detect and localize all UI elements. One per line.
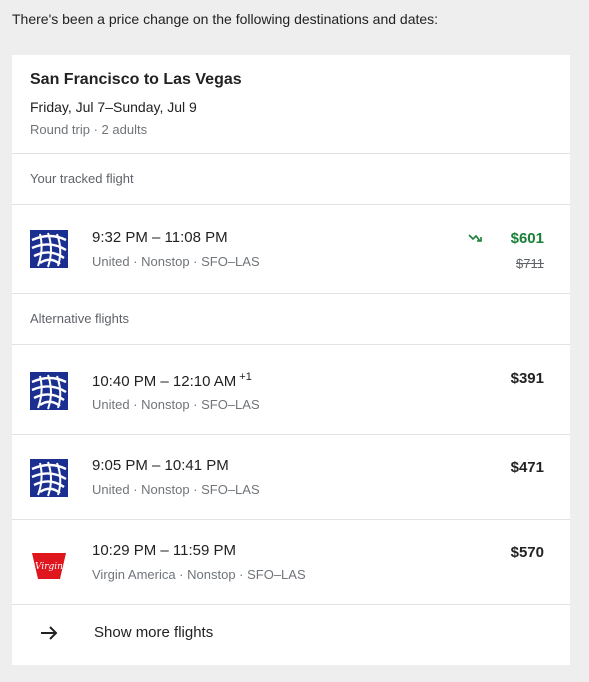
alternative-flight-row[interactable]: 10:40 PM – 12:10 AM +1 United · Nonstop ·…: [12, 345, 570, 435]
show-more-flights-link[interactable]: Show more flights: [12, 604, 570, 665]
flight-meta: United · Nonstop · SFO–LAS: [92, 482, 260, 497]
trip-details: Round trip · 2 adults: [30, 122, 148, 137]
flight-times-text: 10:40 PM – 12:10 AM: [92, 373, 237, 390]
flight-price: $471: [510, 459, 544, 476]
flight-times: 10:40 PM – 12:10 AM +1: [92, 371, 252, 390]
flight-meta: Virgin America · Nonstop · SFO–LAS: [92, 567, 306, 582]
tracked-flight-label: Your tracked flight: [30, 171, 134, 186]
trip-header: San Francisco to Las Vegas Friday, Jul 7…: [12, 55, 570, 154]
show-more-flights-label: Show more flights: [94, 624, 214, 641]
trip-route[interactable]: San Francisco to Las Vegas: [30, 71, 242, 89]
flight-meta: United · Nonstop · SFO–LAS: [92, 254, 260, 269]
flight-times: 10:29 PM – 11:59 PM: [92, 542, 236, 559]
svg-text:Virgin: Virgin: [35, 562, 63, 572]
tracked-flight-heading: Your tracked flight: [12, 154, 570, 205]
flight-times: 9:05 PM – 10:41 PM: [92, 457, 229, 474]
arrow-right-icon: [41, 626, 58, 640]
alternative-flight-row[interactable]: 9:05 PM – 10:41 PM United · Nonstop · SF…: [12, 435, 570, 520]
flight-times: 9:32 PM – 11:08 PM: [92, 229, 228, 246]
alternative-flight-row[interactable]: Virgin 10:29 PM – 11:59 PM Virgin Americ…: [12, 520, 570, 605]
virgin-america-icon: Virgin: [32, 553, 66, 579]
alternative-flights-label: Alternative flights: [30, 311, 129, 326]
united-globe-icon: [30, 372, 68, 410]
alternative-flights-heading: Alternative flights: [12, 294, 570, 345]
day-offset: +1: [239, 371, 252, 383]
tracked-flight-row[interactable]: 9:32 PM – 11:08 PM United · Nonstop · SF…: [12, 205, 570, 294]
united-globe-icon: [30, 230, 68, 268]
price-change-card: San Francisco to Las Vegas Friday, Jul 7…: [12, 55, 570, 665]
intro-text: There's been a price change on the follo…: [12, 11, 439, 27]
flight-price: $391: [510, 370, 544, 387]
current-price: $601: [510, 230, 544, 247]
previous-price: $711: [516, 256, 544, 271]
flight-meta: United · Nonstop · SFO–LAS: [92, 397, 260, 412]
flight-price: $570: [510, 544, 544, 561]
united-globe-icon: [30, 459, 68, 497]
trip-dates: Friday, Jul 7–Sunday, Jul 9: [30, 99, 197, 115]
price-down-trend-icon: [468, 234, 482, 242]
